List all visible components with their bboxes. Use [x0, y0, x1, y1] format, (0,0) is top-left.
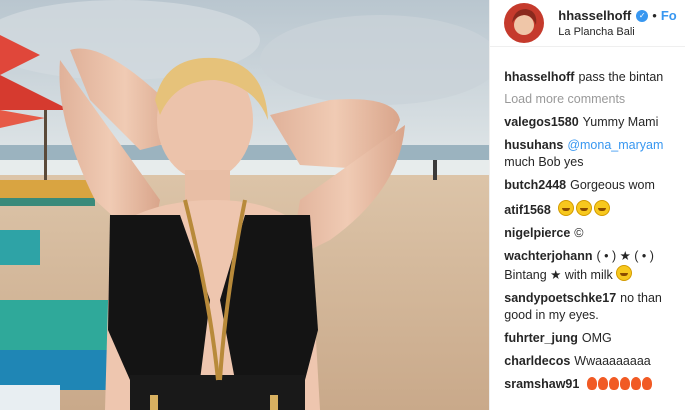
comment-item: valegos1580 Yummy Mami [504, 114, 685, 131]
post-header: hhasselhoff ✓ • Fo La Plancha Bali [490, 0, 685, 47]
fire-icon [641, 377, 652, 390]
header-username[interactable]: hhasselhoff [558, 8, 631, 23]
post-sidebar: hhasselhoff ✓ • Fo La Plancha Bali hhass… [489, 0, 685, 410]
caption: hhasselhoff pass the bintan [504, 69, 685, 86]
beach-photo-image [0, 0, 490, 410]
comment-item: fuhrter_jung OMG [504, 330, 685, 347]
location-link[interactable]: La Plancha Bali [558, 26, 676, 38]
comment-username[interactable]: nigelpierce [504, 226, 570, 240]
comment-text: Wwaaaaaaaa [574, 354, 651, 368]
comment-item: husuhans @mona_maryam much Bob yes [504, 137, 685, 171]
comment-item: nigelpierce © [504, 225, 685, 242]
grinning-face-icon [576, 200, 593, 216]
comment-text: good in my eyes. [504, 308, 599, 322]
comment-text: ( • ) ★ ( • ) [596, 249, 654, 263]
comment-item: sandypoetschke17 no than good in my eyes. [504, 290, 685, 324]
comment-username[interactable]: atif1568 [504, 203, 551, 217]
comment-username[interactable]: sramshaw91 [504, 377, 579, 391]
fire-icon [619, 377, 630, 390]
fire-icon [586, 377, 597, 390]
fire-icon [597, 377, 608, 390]
comment-username[interactable]: fuhrter_jung [504, 331, 578, 345]
comment-item: atif1568 [504, 200, 685, 219]
comment-username[interactable]: butch2448 [504, 178, 566, 192]
comment-item: wachterjohann ( • ) ★ ( • ) Bintang ★ wit… [504, 248, 685, 284]
grinning-face-icon [594, 200, 611, 216]
comment-text: Gorgeous wom [570, 178, 655, 192]
load-more-comments-button[interactable]: Load more comments [504, 92, 685, 106]
fire-icon [608, 377, 619, 390]
comment-item: butch2448 Gorgeous wom [504, 177, 685, 194]
follow-button[interactable]: Fo [661, 8, 677, 23]
comment-username[interactable]: charldecos [504, 354, 570, 368]
avatar[interactable] [504, 3, 545, 43]
comment-username[interactable]: valegos1580 [504, 115, 578, 129]
fire-icon [630, 377, 641, 390]
comments-list: hhasselhoff pass the bintan Load more com… [490, 47, 685, 393]
avatar-image [504, 3, 545, 43]
comment-text: OMG [581, 331, 612, 345]
comment-text: Yummy Mami [582, 115, 659, 129]
comment-text: no than [620, 291, 662, 305]
comment-mention[interactable]: @mona_maryam [567, 138, 663, 152]
caption-username[interactable]: hhasselhoff [504, 70, 574, 84]
grinning-face-icon [558, 200, 575, 216]
comment-username[interactable]: wachterjohann [504, 249, 592, 263]
caption-text: pass the bintan [578, 70, 664, 84]
comment-username[interactable]: sandypoetschke17 [504, 291, 616, 305]
verified-badge-icon: ✓ [636, 9, 649, 22]
post-photo[interactable] [0, 0, 490, 410]
header-separator: • [652, 8, 657, 23]
comment-text: Bintang ★ with milk [504, 268, 613, 282]
comment-username[interactable]: husuhans [504, 138, 563, 152]
comment-item: sramshaw91 [504, 376, 685, 393]
comment-text: © [574, 226, 584, 240]
grinning-face-icon [616, 265, 633, 281]
comment-text: much Bob yes [504, 155, 584, 169]
comment-item: charldecos Wwaaaaaaaa [504, 353, 685, 370]
